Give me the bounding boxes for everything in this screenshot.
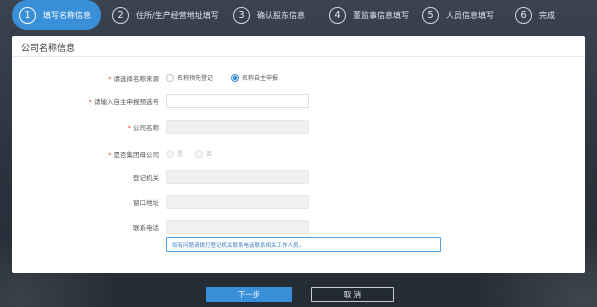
radio-label: 是 (177, 151, 184, 158)
is-group-row: * 是否集团母公司 是 否 (12, 147, 585, 161)
radio-label: 名称自主申报 (242, 75, 279, 82)
company-name-label: * 公司名称 (128, 122, 159, 132)
name-source-row: * 请选择名称来源 名称预先登记 名称自主申报 (12, 71, 585, 85)
self-declare-input[interactable] (166, 94, 309, 108)
self-declare-label-text: 请输入自主申报预选号 (94, 98, 159, 106)
window-address-field (166, 195, 309, 209)
step-2-number: 2 (112, 6, 129, 24)
radio-group-no: 否 (195, 149, 212, 158)
step-3-number: 3 (233, 6, 250, 24)
contact-phone-field (166, 220, 309, 234)
hint-message: 如有问题请拨打登记机关联系电话联系相关工作人员。 (166, 237, 441, 252)
step-3[interactable]: 3 确认股东信息 (233, 0, 305, 30)
required-mark: * (108, 151, 112, 159)
step-4-number: 4 (329, 6, 346, 24)
company-name-field (166, 120, 309, 134)
step-5[interactable]: 5 人员信息填写 (422, 0, 494, 30)
registration-authority-field (166, 170, 309, 184)
step-4[interactable]: 4 董监事信息填写 (329, 0, 409, 30)
contact-phone-label: 联系电话 (133, 224, 159, 232)
radio-circle (195, 149, 203, 158)
window-address-row: 窗口地址 (12, 195, 585, 209)
step-1-number: 1 (19, 6, 36, 24)
step-6-label: 完成 (539, 10, 555, 20)
required-mark: * (88, 98, 92, 106)
company-name-row: * 公司名称 (12, 120, 585, 134)
step-3-label: 确认股东信息 (257, 10, 305, 20)
radio-label: 名称预先登记 (177, 75, 214, 82)
step-2[interactable]: 2 住所/生产经营地址填写 (112, 0, 219, 30)
radio-name-self-declare[interactable]: 名称自主申报 (231, 73, 278, 82)
company-name-panel: 公司名称信息 * 请选择名称来源 名称预先登记 名称自主申报 * 请输入自主申报预选… (12, 36, 585, 273)
is-group-label-text: 是否集团母公司 (113, 151, 160, 159)
radio-label: 否 (206, 151, 213, 158)
panel-title: 公司名称信息 (21, 44, 76, 54)
step-1-label: 填写名称信息 (43, 10, 91, 20)
step-2-label: 住所/生产经营地址填写 (136, 10, 219, 20)
required-mark: * (108, 75, 112, 83)
required-mark: * (127, 124, 131, 132)
step-1[interactable]: 1 填写名称信息 (12, 0, 101, 30)
radio-circle (166, 73, 174, 82)
is-group-label: * 是否集团母公司 (108, 149, 159, 159)
step-6[interactable]: 6 完成 (515, 0, 555, 30)
cancel-button[interactable]: 取 消 (311, 287, 394, 302)
registration-authority-label: 登记机关 (133, 174, 159, 182)
radio-group-yes: 是 (166, 149, 183, 158)
window-address-label: 窗口地址 (133, 199, 159, 207)
radio-circle (231, 73, 239, 82)
self-declare-label: * 请输入自主申报预选号 (89, 96, 159, 106)
step-5-number: 5 (422, 6, 439, 24)
panel-header: 公司名称信息 (12, 36, 585, 57)
company-name-label-text: 公司名称 (133, 124, 159, 132)
step-6-number: 6 (515, 6, 532, 24)
step-5-label: 人员信息填写 (446, 10, 494, 20)
wizard-steps: 1 填写名称信息 2 住所/生产经营地址填写 3 确认股东信息 4 董监事信息填… (0, 0, 597, 30)
radio-circle (166, 149, 174, 158)
contact-phone-row: 联系电话 (12, 220, 585, 234)
self-declare-row: * 请输入自主申报预选号 (12, 94, 585, 108)
name-source-label-text: 请选择名称来源 (113, 75, 160, 83)
registration-authority-row: 登记机关 (12, 170, 585, 184)
next-step-button[interactable]: 下一步 (206, 287, 292, 302)
name-source-label: * 请选择名称来源 (108, 73, 159, 83)
radio-name-preregistered[interactable]: 名称预先登记 (166, 73, 213, 82)
step-4-label: 董监事信息填写 (353, 10, 409, 20)
